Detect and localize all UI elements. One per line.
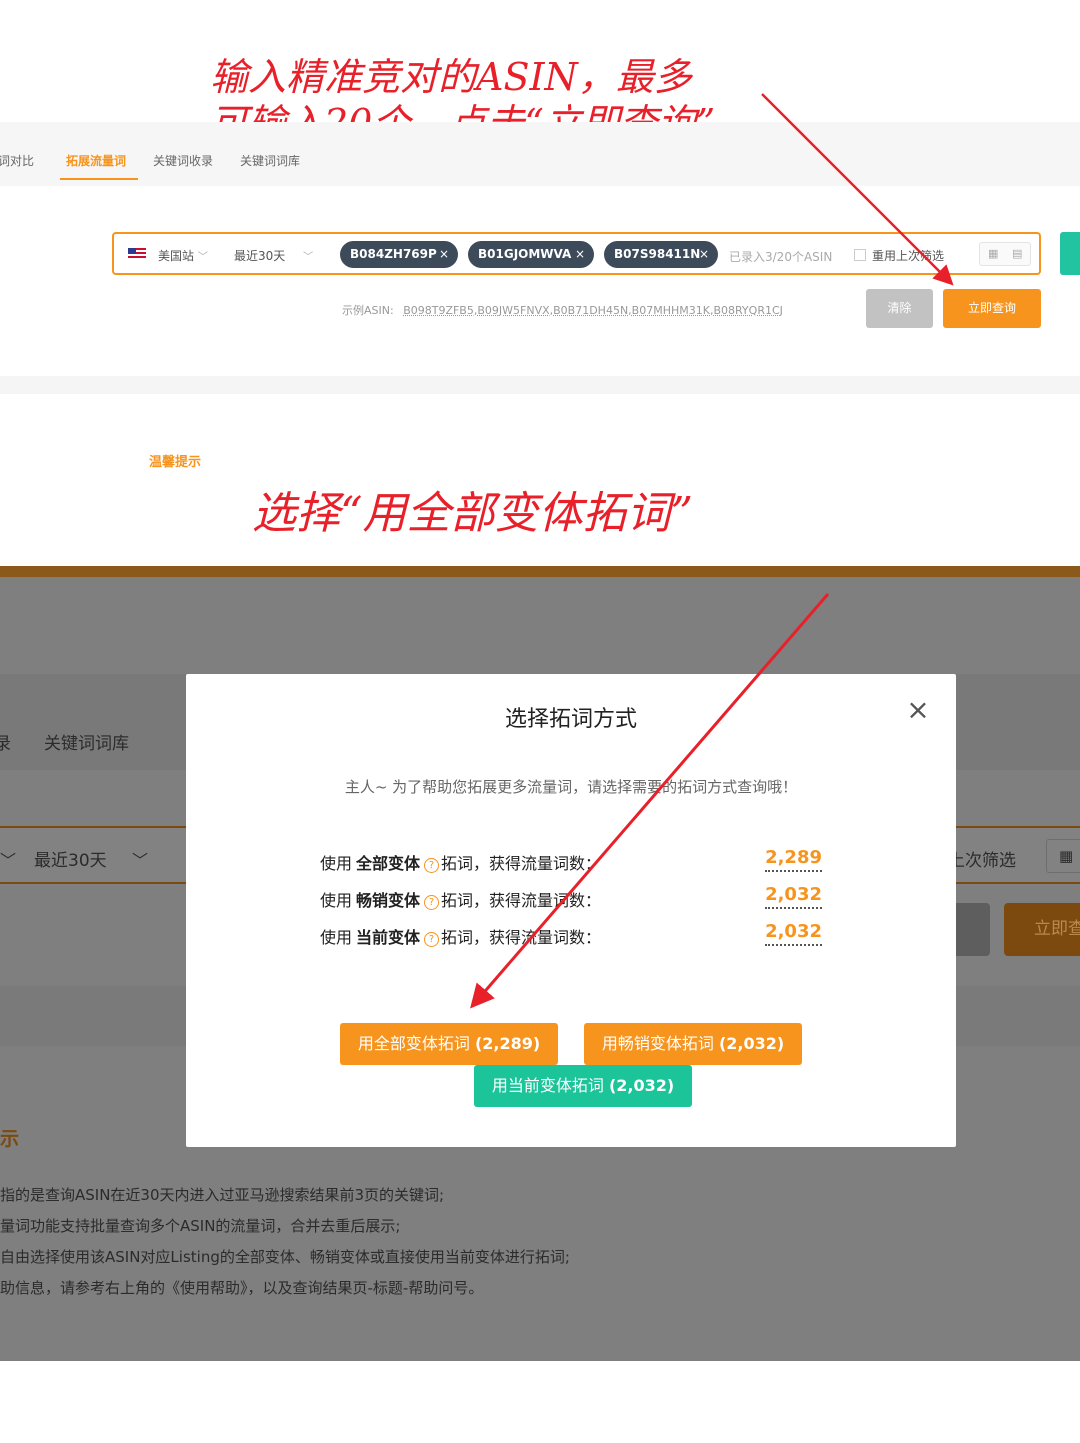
asin-chip: B01GJOMWVA × bbox=[468, 241, 594, 268]
annotation-step1-line1: 输入精准竞对的ASIN，最多 bbox=[210, 55, 692, 99]
grid-icon[interactable]: ▦ bbox=[988, 243, 998, 265]
close-icon[interactable]: × bbox=[699, 241, 709, 268]
example-asin-list[interactable]: B098T9ZFB5,B09JW5FNVX,B0B71DH45N,B07MHHM… bbox=[403, 304, 783, 317]
top-tab-bar: 词对比 拓展流量词 关键词收录 关键词词库 bbox=[0, 122, 1080, 186]
dimmed-query-button: 立即查 bbox=[1004, 903, 1080, 956]
tab-expand-traffic[interactable]: 拓展流量词 bbox=[66, 152, 126, 169]
us-flag-icon bbox=[128, 248, 146, 260]
option-name: 全部变体 bbox=[356, 854, 421, 873]
asin-count: 已录入3/20个ASIN bbox=[729, 250, 833, 264]
asin-chip-label: B07S98411N bbox=[614, 247, 701, 261]
help-question-icon[interactable]: ? bbox=[424, 932, 440, 947]
dimmed-reuse-filter: 上次筛选 bbox=[948, 851, 1016, 871]
option-name: 当前变体 bbox=[356, 928, 421, 947]
asin-chip: B07S98411N × bbox=[604, 241, 718, 268]
example-label: 示例ASIN: bbox=[342, 304, 394, 317]
asin-chip: B084ZH769P × bbox=[340, 241, 458, 268]
clear-button[interactable]: 清除 bbox=[866, 289, 933, 328]
option-value[interactable]: 2,289 bbox=[765, 847, 822, 872]
option-value[interactable]: 2,032 bbox=[765, 921, 822, 946]
option-value[interactable]: 2,032 bbox=[765, 884, 822, 909]
reuse-filter-label: 重用上次筛选 bbox=[872, 249, 945, 263]
dimmed-tab-index: 录 bbox=[0, 734, 11, 754]
button-label: 用全部变体拓词 bbox=[357, 1034, 470, 1053]
active-tab-indicator bbox=[60, 178, 138, 180]
site-select[interactable]: 美国站 ﹀ bbox=[158, 247, 208, 264]
modal-title: 选择拓词方式 bbox=[504, 707, 637, 732]
dimmed-period: 最近30天 bbox=[34, 851, 107, 871]
tips-title: 温馨提示 bbox=[149, 455, 202, 470]
keyword-method-modal: 选择拓词方式 × 主人~ 为了帮助您拓展更多流量词，请选择需要的拓词方式查询哦！… bbox=[186, 674, 956, 1147]
reuse-filter-checkbox[interactable] bbox=[854, 249, 866, 261]
button-count: (2,032) bbox=[608, 1076, 675, 1095]
option-row-all-variants: 使用 全部变体? 拓词，获得流量词数： 2,289 bbox=[320, 847, 822, 876]
option-prefix: 使用 bbox=[320, 891, 353, 910]
asin-chip-label: B01GJOMWVA bbox=[478, 247, 572, 261]
modal-description: 主人~ 为了帮助您拓展更多流量词，请选择需要的拓词方式查询哦！ bbox=[344, 778, 798, 796]
side-action-button[interactable] bbox=[1060, 232, 1080, 275]
chevron-down-icon: ﹀ bbox=[197, 252, 208, 263]
button-label: 用当前变体拓词 bbox=[491, 1076, 604, 1095]
option-suffix: 拓词，获得流量词数： bbox=[441, 928, 602, 947]
button-count: (2,289) bbox=[474, 1034, 541, 1053]
button-count: (2,032) bbox=[718, 1034, 785, 1053]
dimmed-tips-title: 示 bbox=[0, 1128, 20, 1150]
option-prefix: 使用 bbox=[320, 928, 353, 947]
example-asins: 示例ASIN: B098T9ZFB5,B09JW5FNVX,B0B71DH45N… bbox=[342, 302, 783, 318]
top-screenshot: 词对比 拓展流量词 关键词收录 关键词词库 美国站 ﹀ 最近30天 ﹀ B084… bbox=[0, 122, 1080, 394]
chevron-down-icon: ﹀ bbox=[0, 851, 17, 870]
view-toggle[interactable]: ▦ ▤ bbox=[979, 242, 1031, 266]
grid-icon: ▦ bbox=[1046, 839, 1080, 873]
period-select-label: 最近30天 bbox=[234, 249, 286, 263]
asin-search-bar[interactable]: 美国站 ﹀ 最近30天 ﹀ B084ZH769P × B01GJOMWVA × … bbox=[112, 232, 1041, 275]
search-panel bbox=[0, 186, 1080, 376]
annotation-step2: 选择“用全部变体拓词” bbox=[252, 488, 693, 539]
close-icon[interactable]: × bbox=[575, 241, 585, 268]
close-icon[interactable]: × bbox=[439, 241, 449, 268]
chevron-down-icon: ﹀ bbox=[132, 851, 149, 870]
all-variants-button[interactable]: 用全部变体拓词 (2,289) bbox=[340, 1023, 558, 1065]
close-icon[interactable]: × bbox=[904, 696, 932, 724]
tab-compare[interactable]: 词对比 bbox=[0, 152, 34, 169]
dimmed-tab-library: 关键词词库 bbox=[44, 734, 129, 754]
dimmed-tip: 自由选择使用该ASIN对应Listing的全部变体、畅销变体或直接使用当前变体进… bbox=[0, 1248, 570, 1266]
list-icon[interactable]: ▤ bbox=[1012, 243, 1022, 265]
help-question-icon[interactable]: ? bbox=[424, 858, 440, 873]
help-question-icon[interactable]: ? bbox=[424, 895, 440, 910]
dimmed-tip: 量词功能支持批量查询多个ASIN的流量词，合并去重后展示; bbox=[0, 1217, 401, 1235]
bestseller-variants-button[interactable]: 用畅销变体拓词 (2,032) bbox=[584, 1023, 802, 1065]
current-variant-button[interactable]: 用当前变体拓词 (2,032) bbox=[474, 1065, 692, 1107]
option-row-bestseller-variants: 使用 畅销变体? 拓词，获得流量词数： 2,032 bbox=[320, 884, 822, 913]
query-button[interactable]: 立即查询 bbox=[943, 289, 1041, 328]
option-prefix: 使用 bbox=[320, 854, 353, 873]
asin-chip-label: B084ZH769P bbox=[350, 247, 437, 261]
site-select-label: 美国站 bbox=[158, 249, 195, 263]
option-row-current-variant: 使用 当前变体? 拓词，获得流量词数： 2,032 bbox=[320, 921, 822, 950]
tab-keyword-library[interactable]: 关键词词库 bbox=[240, 152, 300, 169]
header-bar bbox=[0, 566, 1080, 577]
period-select[interactable]: 最近30天 ﹀ bbox=[234, 247, 313, 264]
chevron-down-icon: ﹀ bbox=[303, 252, 314, 263]
dimmed-tip: 指的是查询ASIN在近30天内进入过亚马逊搜索结果前3页的关键词; bbox=[0, 1186, 445, 1204]
dimmed-tip: 助信息，请参考右上角的《使用帮助》，以及查询结果页-标题-帮助问号。 bbox=[0, 1279, 484, 1297]
button-label: 用畅销变体拓词 bbox=[601, 1034, 714, 1053]
tab-keyword-index[interactable]: 关键词收录 bbox=[153, 152, 213, 169]
option-name: 畅销变体 bbox=[356, 891, 421, 910]
option-suffix: 拓词，获得流量词数： bbox=[441, 891, 602, 910]
option-suffix: 拓词，获得流量词数： bbox=[441, 854, 602, 873]
